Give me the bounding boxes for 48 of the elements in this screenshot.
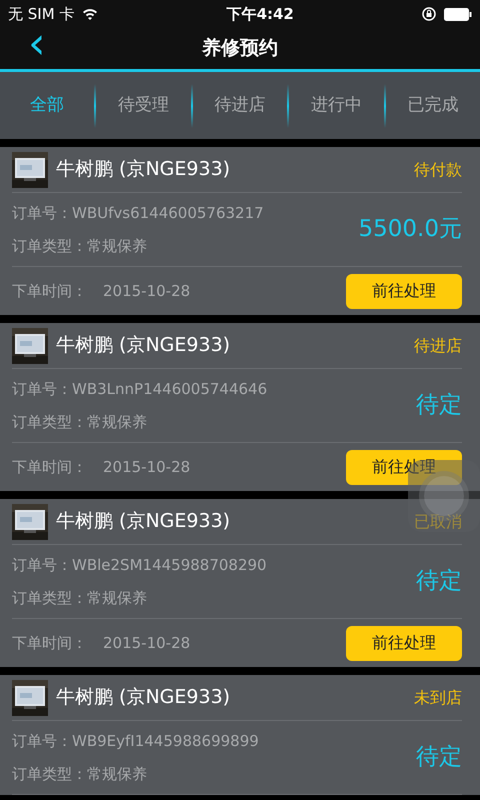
customer-name: 牛树鹏 (京NGE933): [56, 685, 230, 710]
order-number: WB3LnnP1446005744646: [72, 380, 268, 398]
order-date: 2015-10-28: [103, 282, 190, 300]
status-time: 下午4:42: [226, 4, 294, 25]
field-label: 下单时间：: [12, 458, 87, 476]
filter-tab[interactable]: 待受理: [96, 84, 191, 126]
order-type: 常规保养: [87, 236, 147, 254]
order-type: 常规保养: [87, 764, 147, 782]
order-type: 常规保养: [87, 588, 147, 606]
field-label: 订单号：: [12, 380, 72, 398]
order-amount: 待定: [416, 391, 462, 420]
order-number: WB9EyfI1445988699899: [72, 732, 259, 750]
field-label: 订单类型：: [12, 412, 87, 430]
back-button[interactable]: ‹: [22, 22, 52, 66]
field-label: 下单时间：: [12, 634, 87, 652]
field-label: 订单类型：: [12, 764, 87, 782]
order-amount: 待定: [416, 567, 462, 596]
wifi-icon: [82, 8, 98, 20]
order-date: 2015-10-28: [103, 458, 190, 476]
order-date: 2015-10-28: [103, 634, 190, 652]
carrier-text: 无 SIM 卡: [8, 4, 74, 25]
customer-name: 牛树鹏 (京NGE933): [56, 509, 230, 534]
order-status: 未到店: [414, 686, 462, 708]
filter-tab[interactable]: 已完成: [386, 84, 480, 126]
order-number: WBUfvs61446005763217: [72, 204, 264, 222]
order-amount: 5500.0元: [358, 215, 462, 244]
field-label: 订单类型：: [12, 236, 87, 254]
field-label: 下单时间：: [12, 282, 87, 300]
filter-tab[interactable]: 进行中: [289, 84, 384, 126]
order-number: WBle2SM1445988708290: [72, 556, 267, 574]
order-status: 待进店: [414, 334, 462, 356]
field-label: 订单号：: [12, 732, 72, 750]
field-label: 订单类型：: [12, 588, 87, 606]
filter-tab[interactable]: 待进店: [192, 84, 288, 126]
process-button[interactable]: 前往处理: [346, 274, 462, 308]
field-label: 订单号：: [12, 556, 72, 574]
order-type: 常规保养: [87, 412, 147, 430]
customer-name: 牛树鹏 (京NGE933): [56, 157, 230, 182]
order-status: 待付款: [414, 158, 462, 180]
field-label: 订单号：: [12, 204, 72, 222]
process-button[interactable]: 前往处理: [346, 626, 462, 660]
screen-title: 养修预约: [202, 36, 278, 62]
battery-icon: [444, 8, 472, 20]
rotation-lock-icon: [422, 7, 436, 21]
order-status: 已取消: [414, 510, 462, 532]
filter-tab[interactable]: 全部: [0, 84, 94, 126]
order-amount: 待定: [416, 743, 462, 772]
customer-name: 牛树鹏 (京NGE933): [56, 333, 230, 358]
